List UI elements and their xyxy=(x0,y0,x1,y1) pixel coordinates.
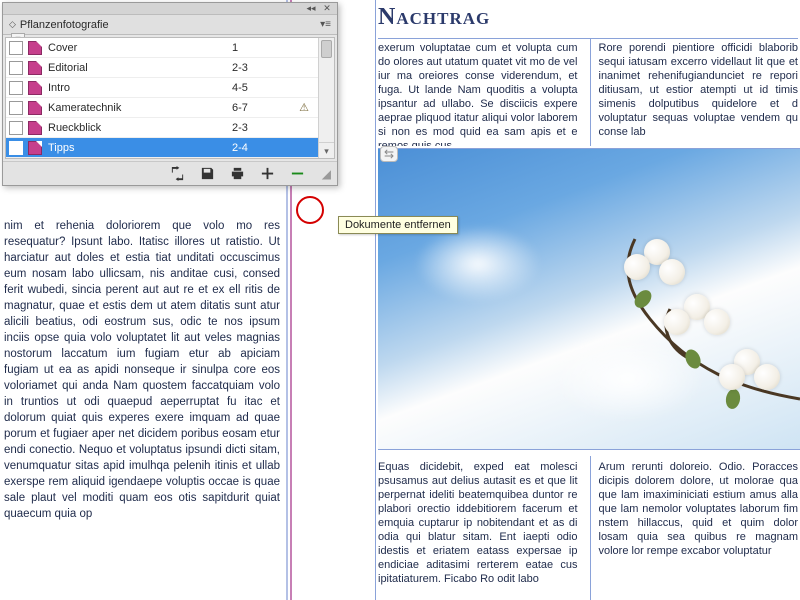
indesign-doc-icon xyxy=(28,41,42,55)
save-icon[interactable] xyxy=(197,165,217,183)
doc-page-range: 2-4 xyxy=(232,142,292,154)
doc-name: Intro xyxy=(46,82,232,94)
panel-title: Pflanzenfotografie xyxy=(20,19,109,31)
doc-page-range: 2-3 xyxy=(232,62,292,74)
row-checkbox[interactable] xyxy=(9,101,23,115)
doc-name: Rueckblick xyxy=(46,122,232,134)
document-row[interactable]: Kameratechnik6-7⚠ xyxy=(6,98,334,118)
scrollbar-thumb[interactable] xyxy=(321,40,332,58)
indesign-doc-icon xyxy=(28,101,42,115)
bottom-column-1: Equas dicidebit, exped eat molesci psusa… xyxy=(378,456,578,600)
bottom-text-columns: Equas dicidebit, exped eat molesci psusa… xyxy=(378,456,798,600)
doc-page-range: 6-7 xyxy=(232,102,292,114)
collapse-icon[interactable]: ◂◂ xyxy=(305,4,317,14)
row-checkbox[interactable] xyxy=(9,141,23,155)
top-column-2: Rore porendi pientiore officidi blaborib… xyxy=(590,39,799,146)
panel-footer: ◢ xyxy=(3,161,337,185)
row-checkbox[interactable] xyxy=(9,61,23,75)
right-page: Nachtrag exerum voluptatae cum et volupt… xyxy=(375,0,800,600)
sync-icon[interactable] xyxy=(167,165,187,183)
row-checkbox[interactable] xyxy=(9,41,23,55)
bottom-column-2: Arum rerunti doloreio. Odio. Poracces di… xyxy=(590,456,799,600)
doc-name: Tipps xyxy=(46,142,232,154)
list-scrollbar[interactable]: ▾ xyxy=(318,38,334,158)
close-icon[interactable]: ✕ xyxy=(321,4,333,14)
doc-page-range: 4-5 xyxy=(232,82,292,94)
resize-grip-icon[interactable]: ◢ xyxy=(317,167,331,181)
disclosure-icon[interactable]: ◇ xyxy=(9,19,16,30)
image-frame[interactable] xyxy=(378,148,800,450)
add-document-icon[interactable] xyxy=(257,165,277,183)
document-list: Cover1Editorial2-3Intro4-5Kameratechnik6… xyxy=(5,37,335,159)
panel-titlebar[interactable]: ◂◂ ✕ xyxy=(3,3,337,15)
doc-page-range: 2-3 xyxy=(232,122,292,134)
doc-name: Editorial xyxy=(46,62,232,74)
indesign-doc-icon xyxy=(28,141,42,155)
book-panel: ◂◂ ✕ ◇ Pflanzenfotografie ▾≡ ▾ Cover1Edi… xyxy=(2,2,338,186)
top-text-columns: exerum voluptatae cum et volupta cum do … xyxy=(378,38,798,146)
panel-tab[interactable]: ◇ Pflanzenfotografie ▾≡ xyxy=(3,15,337,35)
page-heading: Nachtrag xyxy=(378,4,490,31)
document-row[interactable]: Cover1 xyxy=(6,38,334,58)
document-row[interactable]: Rueckblick2-3 xyxy=(6,118,334,138)
panel-menu-icon[interactable]: ▾≡ xyxy=(320,19,331,30)
doc-status-icon: ⚠ xyxy=(292,101,316,114)
indesign-doc-icon xyxy=(28,121,42,135)
print-icon[interactable] xyxy=(227,165,247,183)
indesign-doc-icon xyxy=(28,81,42,95)
indesign-doc-icon xyxy=(28,61,42,75)
text-thread-icon[interactable]: ⇆ xyxy=(380,146,398,162)
document-row[interactable]: Tipps2-4 xyxy=(6,138,334,158)
doc-page-range: 1 xyxy=(232,42,292,54)
row-checkbox[interactable] xyxy=(9,121,23,135)
photo-flowers xyxy=(540,199,800,439)
top-column-1: exerum voluptatae cum et volupta cum do … xyxy=(378,39,578,146)
doc-name: Kameratechnik xyxy=(46,102,232,114)
tooltip: Dokumente entfernen xyxy=(338,216,458,234)
remove-document-icon[interactable] xyxy=(287,165,307,183)
scroll-down-icon[interactable]: ▾ xyxy=(319,142,334,158)
doc-name: Cover xyxy=(46,42,232,54)
body-text: nim et rehenia doloriorem que volo mo re… xyxy=(4,220,280,520)
row-checkbox[interactable] xyxy=(9,81,23,95)
document-row[interactable]: Editorial2-3 xyxy=(6,58,334,78)
document-row[interactable]: Intro4-5 xyxy=(6,78,334,98)
